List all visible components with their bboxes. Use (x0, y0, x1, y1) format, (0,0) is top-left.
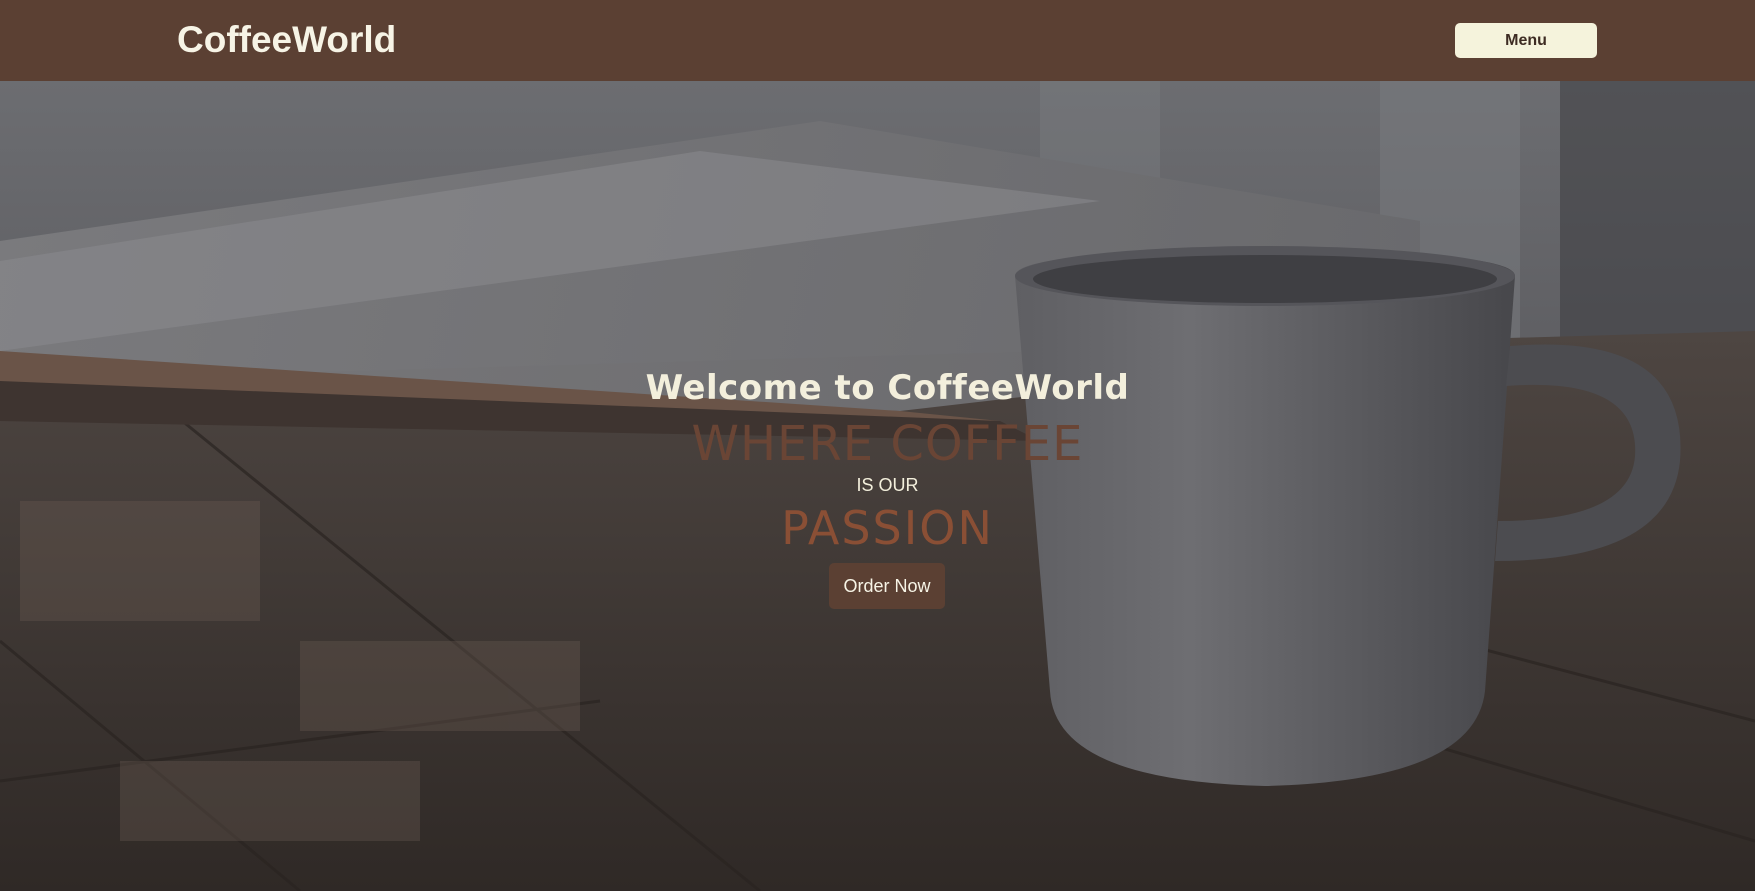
menu-button[interactable]: Menu (1455, 23, 1597, 58)
order-now-button[interactable]: Order Now (829, 563, 945, 609)
hero-content: Welcome to CoffeeWorld WHERE COFFEE IS O… (0, 81, 1755, 891)
hero-section: Welcome to CoffeeWorld WHERE COFFEE IS O… (0, 81, 1755, 891)
hero-welcome-heading: Welcome to CoffeeWorld (645, 368, 1130, 408)
brand-logo[interactable]: CoffeeWorld (177, 18, 396, 62)
hero-tagline-line3: PASSION (781, 501, 994, 555)
hero-tagline-line2: IS OUR (856, 475, 919, 495)
navbar: CoffeeWorld Menu (0, 0, 1755, 81)
hero-tagline-line1: WHERE COFFEE (691, 416, 1084, 472)
